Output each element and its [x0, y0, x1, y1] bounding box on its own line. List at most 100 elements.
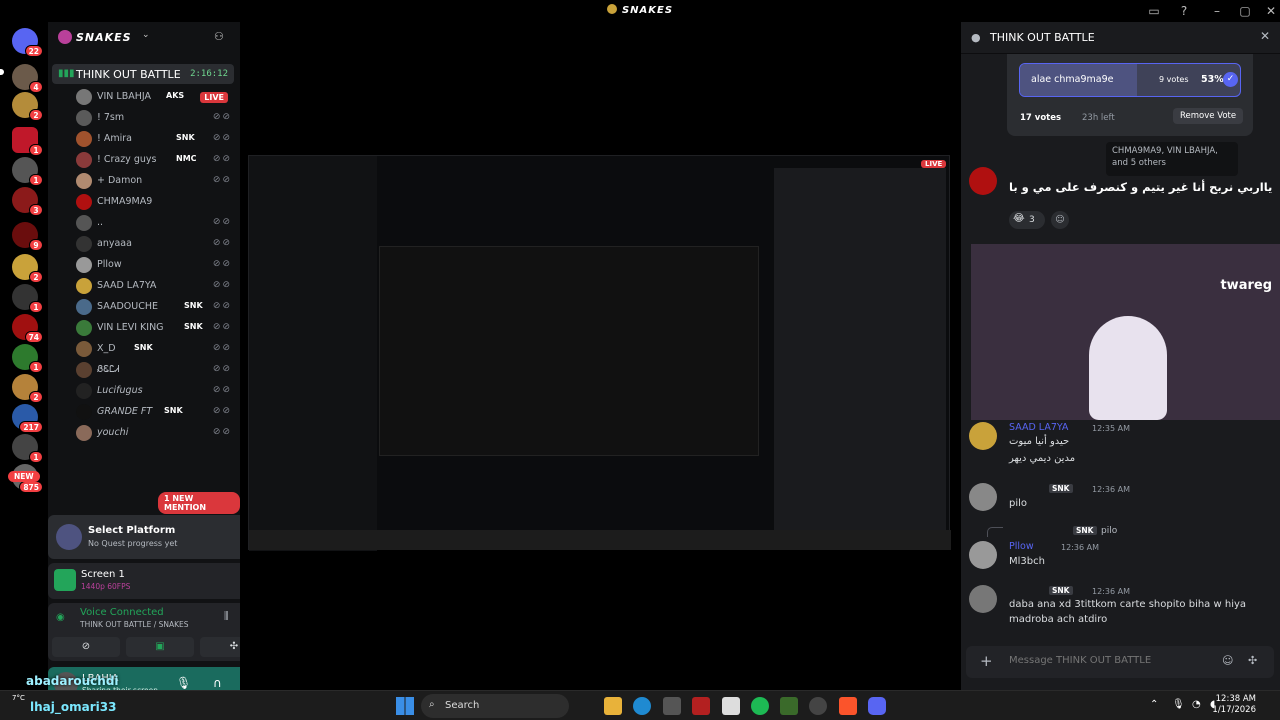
voice-member[interactable]: ! 7sm ⊘⊘	[76, 108, 236, 128]
weather-widget[interactable]: 7°C	[12, 694, 25, 702]
server-icon[interactable]: 4	[12, 64, 43, 93]
add-reaction-icon[interactable]: ☺	[1051, 211, 1069, 229]
app-icon[interactable]	[780, 697, 798, 715]
server-icon[interactable]: 1	[12, 157, 43, 186]
avatar	[76, 299, 92, 315]
overlay-username: abadarouchdi	[26, 674, 119, 688]
poll-time-left: 23h left	[1082, 113, 1115, 123]
voice-member[interactable]: ! Amira SNK ⊘⊘	[76, 129, 236, 149]
server-icon[interactable]: 9	[12, 222, 43, 251]
unread-badge: 9	[29, 239, 43, 251]
webcam-video[interactable]: twareg	[971, 244, 1280, 420]
avatar	[76, 236, 92, 252]
voice-member[interactable]: GRANDE FT SNK ⊘⊘	[76, 402, 236, 422]
notepad-icon[interactable]	[722, 697, 740, 715]
network-icon[interactable]: ◔	[1192, 699, 1201, 710]
store-icon[interactable]	[663, 697, 681, 715]
headphones-icon[interactable]: ∩	[213, 676, 222, 690]
message-text: مدين ديمي ديهر	[1009, 453, 1076, 464]
tray-chevron-icon[interactable]: ⌃	[1150, 699, 1158, 710]
inbox-icon[interactable]: ▭	[1145, 2, 1163, 20]
taskbar-search[interactable]: ⌕ Search	[421, 694, 569, 718]
remove-vote-button[interactable]: Remove Vote	[1173, 108, 1244, 124]
unread-badge: 2	[29, 109, 43, 121]
voice-member[interactable]: ᏰᏋᏝᏗ ⊘⊘	[76, 360, 236, 380]
app-icon[interactable]	[692, 697, 710, 715]
emoji-icon[interactable]: ☺	[1222, 654, 1233, 667]
server-icon[interactable]: 2	[12, 92, 43, 121]
avatar	[76, 194, 92, 210]
muted-deafened-icon: ⊘⊘	[212, 175, 232, 185]
spotify-icon[interactable]	[751, 697, 769, 715]
voice-member[interactable]: SAAD LA7YA ⊘⊘	[76, 276, 236, 296]
maximize-button[interactable]: ▢	[1236, 2, 1254, 20]
search-label: Search	[445, 700, 480, 711]
server-icon[interactable]: 2	[12, 374, 43, 403]
voice-member[interactable]: SAADOUCHE SNK ⊘⊘	[76, 297, 236, 317]
server-rail: 22 4 2 1 1 3 9 2 1 74 1 2 217 1 875 NEW	[0, 22, 48, 690]
unread-badge: 1	[29, 301, 43, 313]
server-icon[interactable]: 1	[12, 284, 43, 313]
muted-deafened-icon: ⊘⊘	[212, 133, 232, 143]
poll-option[interactable]: alae chma9ma9e 9 votes 53% ✓	[1019, 63, 1241, 97]
brave-icon[interactable]	[839, 697, 857, 715]
close-window-button[interactable]: ✕	[1262, 2, 1280, 20]
signal-icon[interactable]: ◉	[56, 612, 65, 623]
voice-channel-think-out-battle[interactable]: ▮▮▮ THINK OUT BATTLE 2:16:12	[52, 64, 234, 84]
avatar	[969, 422, 997, 450]
webcam-person	[1089, 316, 1167, 420]
noise-suppression-icon[interactable]: ⫼	[224, 611, 229, 622]
member-tag: SNK	[184, 301, 203, 310]
server-icon[interactable]: 217	[12, 404, 43, 433]
help-icon[interactable]: ?	[1175, 2, 1193, 20]
windows-start-icon[interactable]	[396, 697, 414, 715]
voice-member[interactable]: Lucifugus ⊘⊘	[76, 381, 236, 401]
app-icon[interactable]	[809, 697, 827, 715]
avatar	[76, 383, 92, 399]
reply-role-tag: SNK	[1073, 526, 1097, 535]
unread-badge: 22	[24, 45, 43, 57]
voice-member[interactable]: Pllow ⊘⊘	[76, 255, 236, 275]
member-tag: AKS	[166, 91, 185, 100]
screen-quality: 1440p 60FPS	[81, 582, 131, 591]
avatar	[76, 152, 92, 168]
new-mention-pill[interactable]: 1 NEW MENTION	[158, 492, 240, 514]
message-input[interactable]	[1009, 655, 1189, 666]
taskbar-clock[interactable]: 12:38 AM 1/17/2026	[1212, 694, 1256, 716]
invite-people-icon[interactable]: ⚇	[214, 30, 224, 43]
new-unreads-pill[interactable]: NEW	[8, 471, 40, 482]
minimize-button[interactable]: –	[1208, 2, 1226, 20]
voice-member[interactable]: X_D SNK ⊘⊘	[76, 339, 236, 359]
server-icon[interactable]: 1	[12, 344, 43, 373]
voice-member[interactable]: youchi ⊘⊘	[76, 423, 236, 443]
add-attachment-icon[interactable]: +	[980, 652, 993, 670]
server-icon[interactable]: 3	[12, 187, 43, 216]
voice-member[interactable]: ! Crazy guys NMC ⊘⊘	[76, 150, 236, 170]
direct-messages-icon[interactable]: 22	[12, 28, 43, 57]
voice-member[interactable]: + Damon ⊘⊘	[76, 171, 236, 191]
file-explorer-icon[interactable]	[604, 697, 622, 715]
voice-member[interactable]: CHMA9MA9	[76, 192, 236, 212]
message-text: daba ana xd 3tittkom carte shopito biha …	[1009, 599, 1247, 610]
server-icon[interactable]: 74	[12, 314, 43, 343]
edge-icon[interactable]	[633, 697, 651, 715]
muted-deafened-icon: ⊘⊘	[212, 280, 232, 290]
reply-preview[interactable]: pilo	[1101, 526, 1117, 536]
server-icon[interactable]: 1	[12, 434, 43, 463]
server-icon[interactable]: 2	[12, 254, 43, 283]
guild-header[interactable]: SNAKES ⌄ ⚇	[56, 28, 236, 48]
voice-member[interactable]: .. ⊘⊘	[76, 213, 236, 233]
discord-icon[interactable]	[868, 697, 886, 715]
screen-share-button[interactable]: ▣	[126, 637, 194, 657]
apps-icon[interactable]: ✣	[1248, 654, 1257, 667]
shared-screen-video[interactable]: LIVE	[248, 155, 951, 551]
server-icon[interactable]: 1	[12, 127, 43, 156]
camera-off-button[interactable]: ⊘	[52, 637, 120, 657]
voice-member[interactable]: anyaaa ⊘⊘	[76, 234, 236, 254]
voice-member[interactable]: VIN LBAHJA AKS LIVE	[76, 87, 236, 107]
voice-member[interactable]: VIN LEVI KING SNK ⊘⊘	[76, 318, 236, 338]
microphone-tray-icon[interactable]: 🎙	[1172, 699, 1185, 710]
microphone-icon[interactable]: 🎙	[176, 676, 191, 690]
chat-title: THINK OUT BATTLE	[990, 31, 1095, 44]
close-chat-icon[interactable]: ✕	[1260, 29, 1270, 43]
